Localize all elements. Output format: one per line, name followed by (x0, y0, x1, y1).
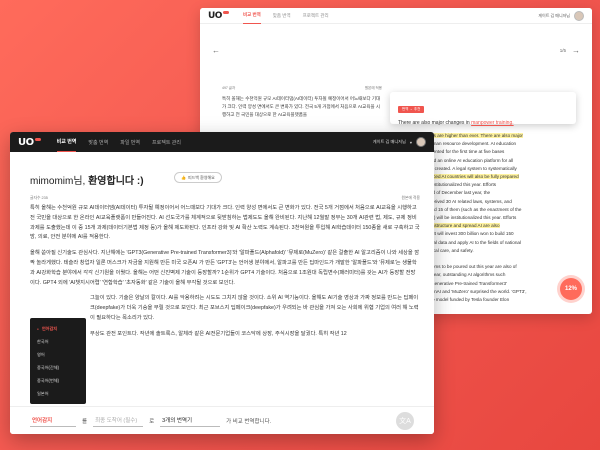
lang-option[interactable]: 중국어(번체) (30, 374, 86, 387)
paragraph: 부상도 관전 포인트다. 작년에 솔트룩스, 알체라 같은 AI전문기업들이 코… (90, 330, 347, 337)
avatar[interactable] (574, 11, 584, 21)
tab-project[interactable]: 프로젝트 관리 (152, 139, 181, 146)
back-nav: 비교 번역 맞춤 번역 프로젝트 관리 (242, 8, 329, 24)
greeting: mimomim님, 환영합니다 :) (30, 176, 144, 187)
paragraph: 올해 쏟아질 신기술도 관심사다. 지난해에는 'GPT3(Generative… (30, 250, 420, 286)
lang-option[interactable]: 일본어 (30, 387, 86, 400)
bottom-bar: 언어감지 를 최종 도착어 (필수) 로 3개의 번역기 가 비교 번역합니다.… (10, 406, 434, 434)
paragraph: 그늘이 있다. 기술은 양날의 칼이다. AI를 악용하려는 시도도 그치지 않… (90, 295, 419, 321)
suggestion-text: There are also major changes in manpower… (398, 120, 514, 126)
logo[interactable]: UO (18, 137, 41, 148)
connector-text: 를 (82, 418, 88, 425)
tab-project[interactable]: 프로젝트 관리 (303, 13, 329, 19)
front-window: UO 비교 번역 맞춤 번역 파일 번역 프로젝트 관리 게이트 김 매니저님 … (10, 132, 434, 434)
tab-custom[interactable]: 맞춤 번역 (88, 139, 108, 146)
engine-select[interactable]: 3개의 번역기 (160, 414, 221, 427)
feedback-button[interactable]: 👍 피드백 환영해요 (174, 172, 222, 183)
apply-link[interactable]: 원본에 적용 (365, 86, 382, 91)
lang-option[interactable]: 중국어(간체) (30, 361, 86, 374)
page-counter: 1/5 (559, 47, 566, 53)
front-nav: 비교 번역 맞춤 번역 파일 번역 프로젝트 관리 (56, 132, 181, 152)
thumb-icon: 👍 (181, 175, 186, 180)
arrow-left-icon[interactable]: ← (212, 46, 220, 55)
user-area[interactable]: 게이트 김 매니저님 (538, 11, 584, 21)
connector-text: 로 (149, 418, 155, 425)
user-area[interactable]: 게이트 김 매니저님 ▾ (373, 137, 426, 147)
suggestion-highlight[interactable]: manpower training. (471, 120, 514, 126)
tab-custom[interactable]: 맞춤 번역 (273, 13, 291, 19)
front-content: 글자수 235 원본에 적용 특히 올해는 수천억원 규모 AI데이터댐(AI데… (30, 196, 420, 346)
front-header: UO 비교 번역 맞춤 번역 파일 번역 프로젝트 관리 게이트 김 매니저님 … (10, 132, 434, 152)
lang-option[interactable]: 영어 (30, 348, 86, 361)
translate-icon[interactable]: 文A (396, 411, 414, 430)
avatar[interactable] (416, 137, 426, 147)
back-header: UO 비교 번역 맞춤 번역 프로젝트 관리 게이트 김 매니저님 (200, 8, 592, 24)
char-count: 497 글자 (222, 86, 236, 90)
lang-option[interactable]: 언어감지 (30, 322, 86, 335)
user-label: 게이트 김 매니저님 (538, 13, 570, 18)
source-text: 특히 올해는 수천억원 규모 AI데이터댐(AI데이터) 투자될 예정이어서 어… (222, 96, 381, 117)
apply-link[interactable]: 원본에 적용 (401, 196, 420, 201)
tab-compare[interactable]: 비교 번역 (242, 8, 261, 24)
chevron-down-icon[interactable]: ▾ (410, 140, 412, 145)
back-toolbar: ← 1/5 → (200, 42, 592, 58)
suggestion-tag: 번역 → 추천 (398, 106, 425, 113)
lang-option[interactable]: 한국어 (30, 335, 86, 348)
logo[interactable]: UO (208, 11, 229, 21)
target-lang-select[interactable]: 최종 도착어 (필수) (93, 414, 144, 427)
tab-compare[interactable]: 비교 번역 (56, 132, 77, 152)
char-count: 글자수 235 (30, 196, 48, 200)
suggestion-card[interactable]: 번역 → 추천 There are also major changes in … (390, 92, 576, 126)
progress-badge[interactable]: 12% (560, 278, 582, 300)
language-menu: 언어감지 한국어 영어 중국어(간체) 중국어(번체) 일본어 (30, 318, 86, 404)
paragraph: 특히 올해는 수천억원 규모 AI데이터댐(AI데이터) 투자될 예정이어서 어… (30, 205, 420, 241)
arrow-right-icon[interactable]: → (572, 46, 580, 55)
tab-file[interactable]: 파일 번역 (120, 139, 140, 146)
source-lang-select[interactable]: 언어감지 (30, 414, 76, 427)
user-label: 게이트 김 매니저님 (372, 139, 406, 144)
suffix-text: 가 비교 번역합니다. (226, 418, 272, 425)
